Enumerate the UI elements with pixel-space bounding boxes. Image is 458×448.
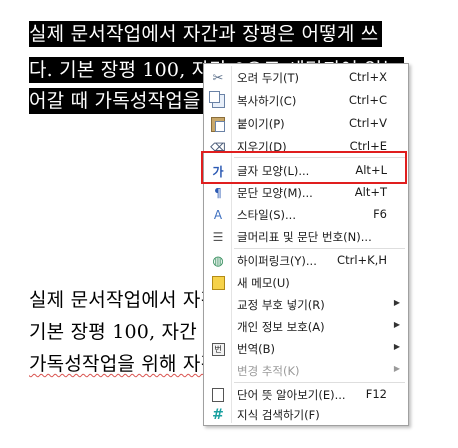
menu-item-label: 개인 정보 보호(A): [237, 320, 325, 334]
menu-item-label: 새 메모(U): [237, 276, 290, 290]
menu-item-label: 번역(B): [237, 342, 276, 356]
menu-item-shortcut: Ctrl+E: [349, 139, 387, 153]
menu-item-label: 글머리표 및 문단 번호(N)...: [237, 230, 372, 244]
menu-separator: [234, 382, 405, 383]
menu-item-shortcut: Alt+T: [354, 185, 387, 199]
menu-item-label: 지식 검색하기(F): [237, 408, 320, 422]
menu-item-style[interactable]: A 스타일(S)... F6: [206, 204, 406, 226]
menu-item-label: 오려 두기(T): [237, 71, 299, 85]
menu-item-hyperlink[interactable]: ◍ 하이퍼링크(Y)... Ctrl+K,H: [206, 250, 406, 272]
submenu-arrow-icon: ▶: [393, 298, 400, 307]
menu-item-shortcut: Ctrl+V: [349, 116, 387, 130]
memo-icon: [206, 272, 230, 294]
menu-item-label: 교정 부호 넣기(R): [237, 298, 325, 312]
hyperlink-icon: ◍: [212, 253, 224, 269]
char-shape-icon: 가: [212, 164, 224, 179]
menu-item-shortcut: Ctrl+K,H: [337, 253, 387, 267]
menu-item-shortcut: F12: [365, 387, 387, 401]
menu-item-proofreading-marks[interactable]: 교정 부호 넣기(R) ▶: [206, 294, 406, 316]
scissors-icon: ✂: [212, 70, 224, 86]
menu-item-label: 하이퍼링크(Y)...: [237, 254, 317, 268]
copy-icon: [206, 90, 230, 112]
menu-item-track-changes: 변경 추적(K) ▶: [206, 360, 406, 382]
dictionary-icon: [206, 384, 230, 406]
menu-item-char-shape[interactable]: 가 글자 모양(L)... Alt+L: [206, 160, 406, 182]
paragraph-shape-icon: ¶: [214, 186, 222, 200]
translate-icon: 번: [206, 338, 230, 360]
menu-item-bullets-numbering[interactable]: ☰ 글머리표 및 문단 번호(N)...: [206, 226, 406, 248]
menu-item-label: 단어 뜻 알아보기(E)...: [237, 388, 346, 402]
bullet-list-icon: ☰: [212, 230, 224, 244]
erase-icon: ⌫: [210, 140, 226, 154]
menu-item-shortcut: Alt+L: [355, 163, 387, 177]
menu-item-privacy[interactable]: 개인 정보 보호(A) ▶: [206, 316, 406, 338]
menu-item-new-memo[interactable]: 새 메모(U): [206, 272, 406, 294]
submenu-arrow-icon: ▶: [393, 320, 400, 329]
menu-item-cut[interactable]: ✂ 오려 두기(T) Ctrl+X: [206, 67, 406, 89]
menu-separator: [234, 157, 405, 158]
paste-icon: [206, 113, 230, 135]
style-icon: A: [213, 208, 223, 222]
menu-item-knowledge-search[interactable]: # 지식 검색하기(F): [206, 404, 406, 426]
menu-item-word-lookup[interactable]: 단어 뜻 알아보기(E)... F12: [206, 384, 406, 406]
menu-item-label: 문단 모양(M)...: [237, 186, 313, 200]
menu-item-label: 스타일(S)...: [237, 208, 296, 222]
menu-item-label: 지우기(D): [237, 140, 287, 154]
menu-item-shortcut: F6: [373, 207, 387, 221]
menu-item-translate[interactable]: 번 번역(B) ▶: [206, 338, 406, 360]
menu-item-label: 변경 추적(K): [237, 364, 300, 378]
menu-item-paragraph-shape[interactable]: ¶ 문단 모양(M)... Alt+T: [206, 182, 406, 204]
menu-separator: [234, 248, 405, 249]
menu-item-shortcut: Ctrl+X: [349, 70, 387, 84]
submenu-arrow-icon: ▶: [393, 342, 400, 351]
context-menu: ✂ 오려 두기(T) Ctrl+X 복사하기(C) Ctrl+C 붙이기(P) …: [203, 63, 409, 426]
menu-item-label: 붙이기(P): [237, 117, 285, 131]
knowledge-search-icon: #: [212, 407, 224, 423]
menu-item-shortcut: Ctrl+C: [348, 93, 387, 107]
selected-text-line[interactable]: 실제 문서작업에서 자간과 장평은 어떻게 쓰: [29, 21, 383, 47]
submenu-arrow-icon: ▶: [393, 364, 400, 373]
menu-item-paste[interactable]: 붙이기(P) Ctrl+V: [206, 113, 406, 135]
menu-item-label: 복사하기(C): [237, 94, 297, 108]
menu-item-copy[interactable]: 복사하기(C) Ctrl+C: [206, 90, 406, 112]
menu-item-label: 글자 모양(L)...: [237, 164, 310, 178]
menu-item-delete[interactable]: ⌫ 지우기(D) Ctrl+E: [206, 136, 406, 158]
